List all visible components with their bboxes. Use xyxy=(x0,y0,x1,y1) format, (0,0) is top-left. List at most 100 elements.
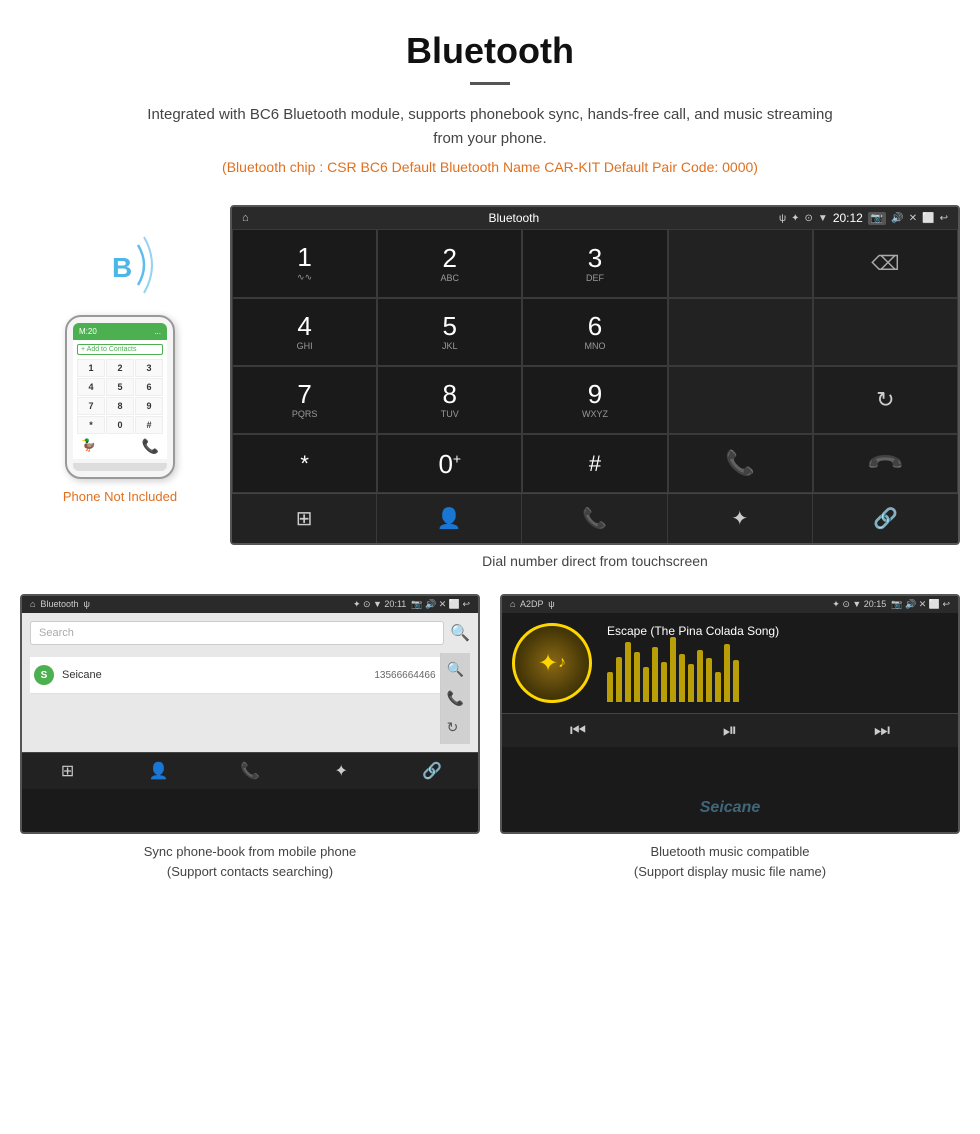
song-title: Escape (The Pina Colada Song) xyxy=(607,624,948,638)
phonebook-bottom-bar: ⊞ 👤 📞 ✦ 🔗 xyxy=(22,752,478,789)
screen-status-bar: ⌂ Bluetooth ψ ✦ ⊙ ▼ 20:12 📷 🔊 ✕ ⬜ ↩ xyxy=(232,207,958,229)
gps-icon: ⊙ xyxy=(805,213,813,224)
close-icon[interactable]: ✕ xyxy=(909,213,917,224)
eq-bar xyxy=(625,642,631,702)
pb-bluetooth-button[interactable]: ✦ xyxy=(296,753,387,789)
main-content: B M:20 ... + Add to Contacts 1 2 3 4 5 xyxy=(0,205,980,584)
volume-icon[interactable]: 🔊 xyxy=(891,213,903,224)
back-icon[interactable]: ↩ xyxy=(940,213,948,224)
phone-side-icon[interactable]: 📞 xyxy=(447,690,464,707)
page-title: Bluetooth xyxy=(20,30,960,72)
bt-wave-area: B xyxy=(80,225,160,305)
dial-key-7[interactable]: 7 PQRS xyxy=(232,366,377,434)
phone-top-bar: M:20 ... xyxy=(73,323,167,340)
dial-row-1: 1 ∿∿ 2 ABC 3 DEF ⌫ xyxy=(232,229,958,298)
dial-bottom-bar: ⊞ 👤 📞 ✦ 🔗 xyxy=(232,493,958,543)
dial-key-5[interactable]: 5 JKL xyxy=(377,298,522,366)
bottom-screenshots: ⌂ Bluetooth ψ ✦ ⊙ ▼ 20:11 📷 🔊 ✕ ⬜ ↩ Sear… xyxy=(0,594,980,901)
phone-home-bar xyxy=(73,463,167,471)
next-button[interactable]: ⏭ xyxy=(806,720,958,741)
phone-section: B M:20 ... + Add to Contacts 1 2 3 4 5 xyxy=(20,205,220,504)
bt-waves-svg: B xyxy=(80,225,160,305)
dial-key-8[interactable]: 8 TUV xyxy=(377,366,522,434)
phone-button[interactable]: 📞 xyxy=(522,494,667,543)
music-note-icon: ♪ xyxy=(558,654,566,672)
page-description: Integrated with BC6 Bluetooth module, su… xyxy=(140,103,840,151)
eq-bar xyxy=(688,664,694,702)
eq-bar xyxy=(652,647,658,702)
contact-entry[interactable]: S Seicane 13566664466 xyxy=(30,657,440,694)
bluetooth-status-icon: ✦ xyxy=(791,213,799,224)
svg-text:B: B xyxy=(112,252,132,283)
title-divider xyxy=(470,82,510,85)
phonebook-status-bar: ⌂ Bluetooth ψ ✦ ⊙ ▼ 20:11 📷 🔊 ✕ ⬜ ↩ xyxy=(22,596,478,613)
phone-not-included-label: Phone Not Included xyxy=(63,489,177,504)
dial-key-hash[interactable]: # xyxy=(522,434,667,493)
dial-key-1[interactable]: 1 ∿∿ xyxy=(232,229,377,298)
pb-link-button[interactable]: 🔗 xyxy=(387,753,478,789)
home-icon[interactable]: ⌂ xyxy=(242,212,249,224)
music-screen-mockup: ⌂ A2DP ψ ✦ ⊙ ▼ 20:15 📷 🔊 ✕ ⬜ ↩ ✦ ♪ Escap… xyxy=(500,594,960,834)
contacts-button[interactable]: 👤 xyxy=(377,494,522,543)
time-display: 20:12 xyxy=(833,211,863,225)
phonebook-screen-mockup: ⌂ Bluetooth ψ ✦ ⊙ ▼ 20:11 📷 🔊 ✕ ⬜ ↩ Sear… xyxy=(20,594,480,834)
dial-key-9[interactable]: 9 WXYZ xyxy=(522,366,667,434)
contact-name: Seicane xyxy=(62,669,374,681)
phone-mockup: M:20 ... + Add to Contacts 1 2 3 4 5 6 7… xyxy=(65,315,175,479)
usb-icon: ψ xyxy=(779,213,786,224)
prev-button[interactable]: ⏮ xyxy=(502,720,654,741)
eq-bar xyxy=(697,650,703,702)
backspace-button[interactable]: ⌫ xyxy=(813,229,958,298)
phonebook-caption: Sync phone-book from mobile phone (Suppo… xyxy=(20,842,480,881)
signal-icon: ▼ xyxy=(818,213,828,224)
link-button[interactable]: 🔗 xyxy=(813,494,958,543)
dial-screen-section: ⌂ Bluetooth ψ ✦ ⊙ ▼ 20:12 📷 🔊 ✕ ⬜ ↩ xyxy=(220,205,960,584)
pb-phone-button[interactable]: 📞 xyxy=(204,753,295,789)
equalizer-bars xyxy=(607,642,948,702)
call-end-button[interactable]: 📞 xyxy=(813,434,958,493)
pb-grid-button[interactable]: ⊞ xyxy=(22,753,113,789)
phonebook-content: Search 🔍 S Seicane 13566664466 🔍 xyxy=(22,613,478,752)
bluetooth-button[interactable]: ✦ xyxy=(668,494,813,543)
phonebook-screenshot: ⌂ Bluetooth ψ ✦ ⊙ ▼ 20:11 📷 🔊 ✕ ⬜ ↩ Sear… xyxy=(20,594,480,881)
eq-bar xyxy=(715,672,721,702)
phonebook-search-input[interactable]: Search xyxy=(30,621,444,645)
refresh-button[interactable]: ↻ xyxy=(813,366,958,434)
refresh-side-icon[interactable]: ↻ xyxy=(447,719,464,736)
dial-key-2[interactable]: 2 ABC xyxy=(377,229,522,298)
music-info: Escape (The Pina Colada Song) xyxy=(607,624,948,702)
bluetooth-specs: (Bluetooth chip : CSR BC6 Default Blueto… xyxy=(20,159,960,175)
dial-key-0[interactable]: 0+ xyxy=(377,434,522,493)
eq-bar xyxy=(607,672,613,702)
contact-avatar: S xyxy=(34,665,54,685)
screen-title: Bluetooth xyxy=(488,211,539,225)
search-side-icon[interactable]: 🔍 xyxy=(447,661,464,678)
eq-bar xyxy=(643,667,649,702)
dial-screen-mockup: ⌂ Bluetooth ψ ✦ ⊙ ▼ 20:12 📷 🔊 ✕ ⬜ ↩ xyxy=(230,205,960,545)
music-screenshot: ⌂ A2DP ψ ✦ ⊙ ▼ 20:15 📷 🔊 ✕ ⬜ ↩ ✦ ♪ Escap… xyxy=(500,594,960,881)
eq-bar xyxy=(706,658,712,702)
dial-row-2: 4 GHI 5 JKL 6 MNO xyxy=(232,298,958,366)
music-caption: Bluetooth music compatible (Support disp… xyxy=(500,842,960,881)
call-accept-button[interactable]: 📞 xyxy=(668,434,813,493)
dial-row-3: 7 PQRS 8 TUV 9 WXYZ ↻ xyxy=(232,366,958,434)
display-area xyxy=(668,229,813,298)
music-status-bar: ⌂ A2DP ψ ✦ ⊙ ▼ 20:15 📷 🔊 ✕ ⬜ ↩ xyxy=(502,596,958,613)
dial-key-3[interactable]: 3 DEF xyxy=(522,229,667,298)
pb-contacts-button[interactable]: 👤 xyxy=(113,753,204,789)
music-controls: ⏮ ⏯ ⏭ xyxy=(502,713,958,747)
eq-bar xyxy=(616,657,622,702)
window-icon[interactable]: ⬜ xyxy=(922,213,934,224)
dial-key-star[interactable]: * xyxy=(232,434,377,493)
search-icon[interactable]: 🔍 xyxy=(450,623,470,643)
dial-key-6[interactable]: 6 MNO xyxy=(522,298,667,366)
play-pause-button[interactable]: ⏯ xyxy=(654,720,806,741)
dial-key-4[interactable]: 4 GHI xyxy=(232,298,377,366)
grid-button[interactable]: ⊞ xyxy=(232,494,377,543)
eq-bar xyxy=(733,660,739,702)
music-content: ✦ ♪ Escape (The Pina Colada Song) xyxy=(502,613,958,713)
camera-icon[interactable]: 📷 xyxy=(868,212,886,225)
dial-caption: Dial number direct from touchscreen xyxy=(230,545,960,584)
phone-screen: + Add to Contacts 1 2 3 4 5 6 7 8 9 * 0 … xyxy=(73,340,167,459)
eq-bar xyxy=(634,652,640,702)
